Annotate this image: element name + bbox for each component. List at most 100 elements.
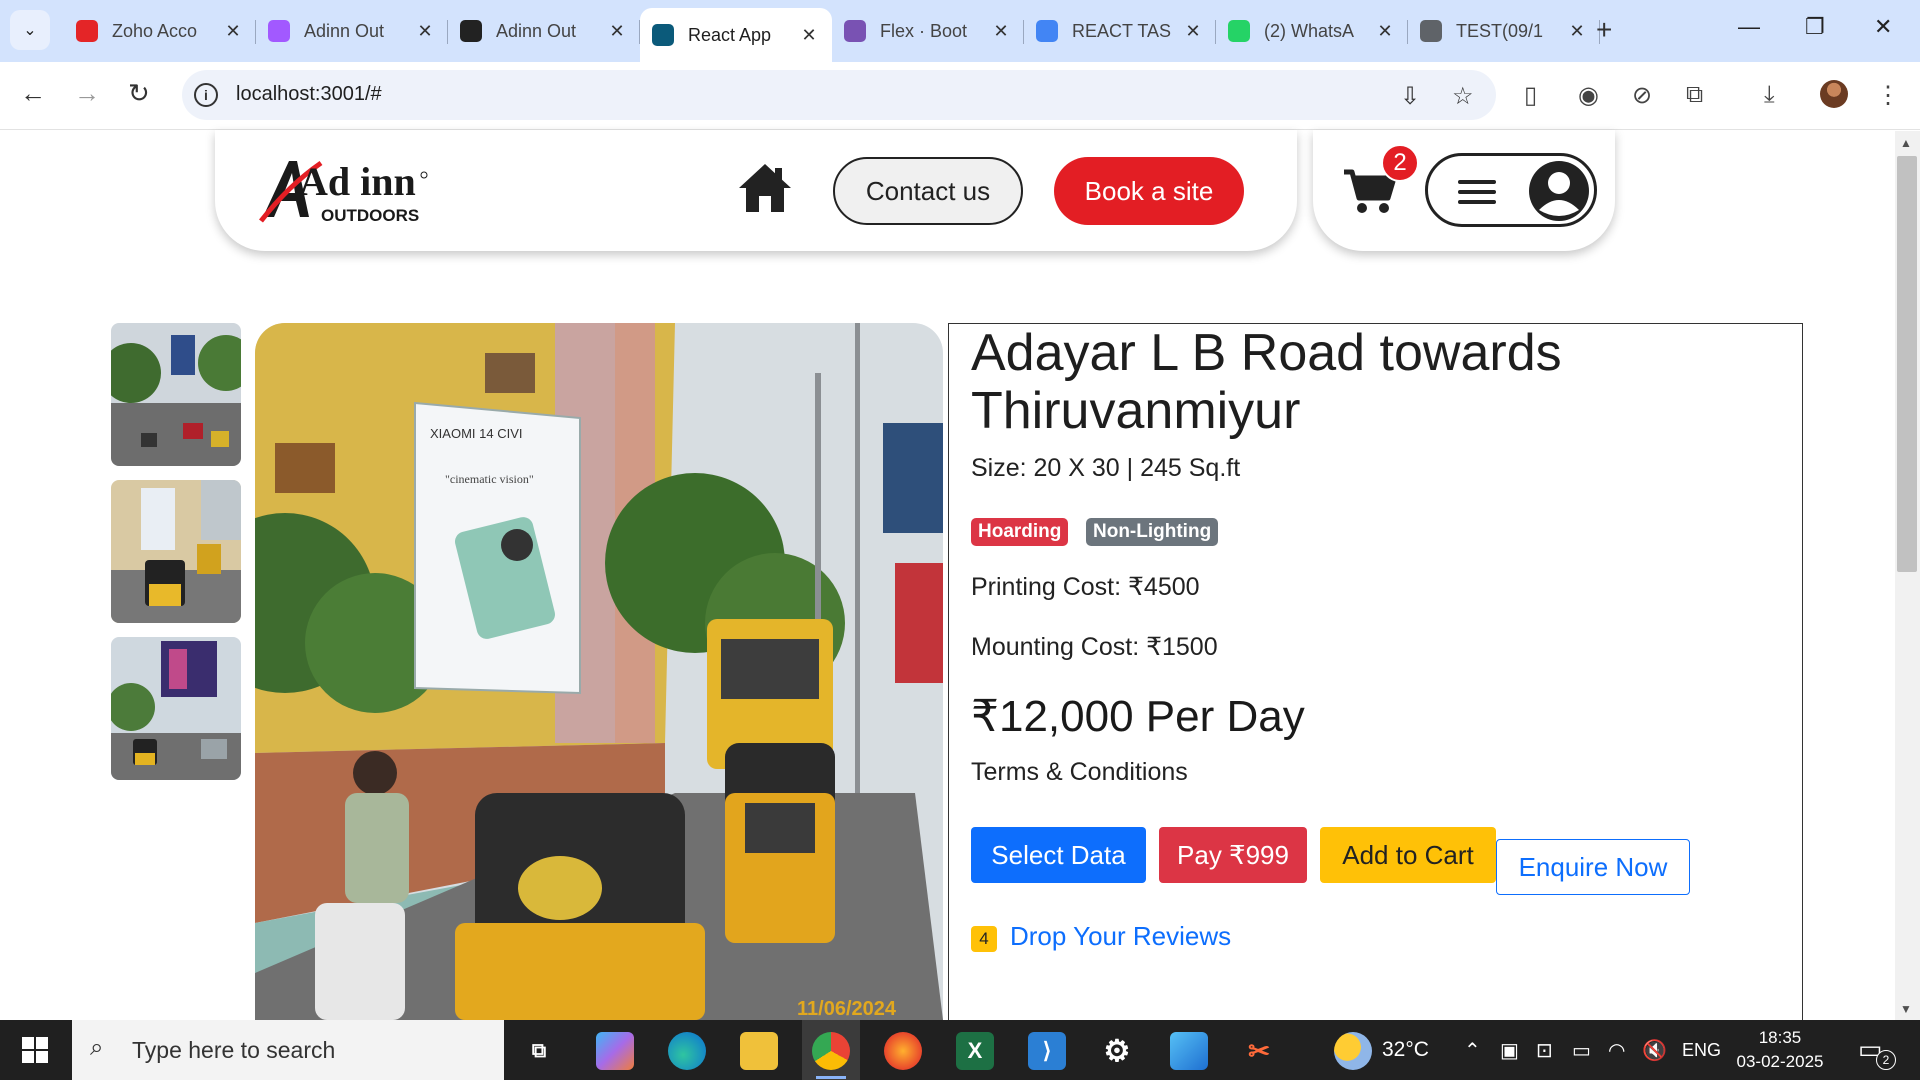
close-window-button[interactable]: ✕ <box>1874 14 1892 40</box>
react-icon <box>652 24 674 46</box>
site-size: Size: 20 X 30 | 245 Sq.ft <box>971 454 1241 482</box>
new-tab-button[interactable]: + <box>1596 14 1612 46</box>
browser-toolbar: ← → ↻ i localhost:3001/# ⇩ ☆ ▯ ◉ ⊘ ⧉ ⤓ ⋮ <box>0 62 1920 130</box>
contact-us-button[interactable]: Contact us <box>833 157 1023 225</box>
address-bar[interactable]: i localhost:3001/# ⇩ ☆ <box>182 70 1496 120</box>
edge-icon[interactable] <box>668 1032 706 1070</box>
tab-close-icon[interactable]: ✕ <box>606 21 628 42</box>
price-per-day: ₹12,000 Per Day <box>971 692 1305 741</box>
tab-close-icon[interactable]: ✕ <box>222 21 244 42</box>
enquire-now-button[interactable]: Enquire Now <box>1496 839 1690 895</box>
security-icon[interactable]: ⊡ <box>1536 1038 1553 1063</box>
tab-close-icon[interactable]: ✕ <box>990 21 1012 42</box>
show-hidden-icons-chevron-icon[interactable]: ⌃ <box>1464 1038 1481 1063</box>
browser-menu-icon[interactable]: ⋮ <box>1876 81 1900 110</box>
tab-label: Flex · Boot <box>880 20 968 41</box>
browser-tab[interactable]: Zoho Acco ✕ <box>64 8 256 54</box>
vscode-icon[interactable]: ⟩ <box>1028 1032 1066 1070</box>
browser-tab[interactable]: REACT TAS ✕ <box>1024 8 1216 54</box>
reload-icon[interactable]: ↻ <box>128 78 150 109</box>
scroll-down-arrow[interactable]: ▼ <box>1900 1002 1912 1016</box>
gallery-thumbnail-1[interactable] <box>111 323 241 466</box>
meet-now-icon[interactable]: ▣ <box>1500 1038 1519 1063</box>
gallery-thumbnail-3[interactable] <box>111 637 241 780</box>
site-main-image[interactable]: XIAOMI 14 CIVI "cinematic vision" 11/06/… <box>255 323 943 1020</box>
tab-search-button[interactable]: ⌄ <box>10 10 50 50</box>
system-clock[interactable]: 18:35 03-02-2025 <box>1725 1026 1835 1074</box>
site-info-icon[interactable]: i <box>194 83 218 107</box>
drop-reviews-link[interactable]: Drop Your Reviews <box>1010 921 1231 952</box>
extensions-icon[interactable]: ⧉ <box>1686 81 1703 109</box>
main-navigation: Ad inn OUTDOORS Contact us Book a site <box>215 130 1297 251</box>
browser-tab[interactable]: Flex · Boot ✕ <box>832 8 1024 54</box>
tab-close-icon[interactable]: ✕ <box>1182 21 1204 42</box>
photos-icon[interactable] <box>1170 1032 1208 1070</box>
excel-icon[interactable]: X <box>956 1032 994 1070</box>
clock-date: 03-02-2025 <box>1736 1052 1824 1071</box>
weather-icon[interactable] <box>1334 1032 1372 1070</box>
clock-time: 18:35 <box>1758 1028 1802 1047</box>
file-explorer-icon[interactable] <box>740 1032 778 1070</box>
windows-start-icon[interactable] <box>22 1037 48 1063</box>
scrollbar-thumb[interactable] <box>1897 156 1917 572</box>
tab-label: React App <box>688 24 772 45</box>
task-view-icon[interactable]: ⧉ <box>520 1032 558 1070</box>
browser-tab[interactable]: Adinn Out ✕ <box>448 8 640 54</box>
home-icon[interactable] <box>737 162 793 219</box>
temperature[interactable]: 32°C <box>1382 1038 1429 1062</box>
pay-button[interactable]: Pay ₹999 <box>1159 827 1307 883</box>
downloads-icon[interactable]: ⤓ <box>1764 81 1775 109</box>
profile-avatar[interactable] <box>1820 80 1848 108</box>
account-menu-button[interactable] <box>1425 153 1597 227</box>
tab-close-icon[interactable]: ✕ <box>1374 21 1396 42</box>
select-data-button[interactable]: Select Data <box>971 827 1146 883</box>
taskbar-search-box[interactable]: ⌕ Type here to search <box>72 1020 504 1080</box>
browser-tab[interactable]: (2) WhatsA ✕ <box>1216 8 1408 54</box>
minimize-button[interactable]: — <box>1738 14 1760 40</box>
tab-close-icon[interactable]: ✕ <box>1566 21 1588 42</box>
browser-tab[interactable]: Adinn Out ✕ <box>256 8 448 54</box>
active-app-indicator <box>816 1076 846 1079</box>
restore-button[interactable]: ❐ <box>1805 14 1825 40</box>
copilot-icon[interactable] <box>596 1032 634 1070</box>
gallery-thumbnail-2[interactable] <box>111 480 241 623</box>
figma-icon <box>268 20 290 42</box>
tab-list: Zoho Acco ✕ Adinn Out ✕ Adinn Out ✕ React App ✕… <box>64 8 1600 62</box>
forward-icon[interactable]: → <box>74 78 100 109</box>
cart-count-badge: 2 <box>1381 144 1419 182</box>
browser-tab[interactable]: TEST(09/1 ✕ <box>1408 8 1600 54</box>
windows-taskbar: ⌕ Type here to search ⧉ X ⟩ ⚙ ✂ 32°C ⌃ ▣… <box>0 1020 1920 1080</box>
search-placeholder: Type here to search <box>132 1037 336 1063</box>
terms-and-conditions[interactable]: Terms & Conditions <box>971 758 1188 787</box>
url-text[interactable]: localhost:3001/# <box>236 83 382 106</box>
tab-close-icon[interactable]: ✕ <box>414 21 436 42</box>
language-indicator[interactable]: ENG <box>1682 1040 1721 1061</box>
scroll-up-arrow[interactable]: ▲ <box>1900 136 1912 150</box>
svg-text:"cinematic vision": "cinematic vision" <box>445 472 534 486</box>
adinn-logo[interactable]: Ad inn OUTDOORS <box>259 155 429 225</box>
snipping-tool-icon[interactable]: ✂ <box>1240 1032 1278 1070</box>
zoho-icon <box>76 20 98 42</box>
reading-mode-icon[interactable]: ▯ <box>1524 81 1537 110</box>
tab-label: Adinn Out <box>496 20 577 41</box>
firefox-icon[interactable] <box>884 1032 922 1070</box>
book-a-site-button[interactable]: Book a site <box>1054 157 1244 225</box>
back-icon[interactable]: ← <box>20 78 46 109</box>
svg-text:OUTDOORS: OUTDOORS <box>321 206 419 225</box>
compass-icon[interactable]: ⊘ <box>1632 81 1652 110</box>
play-icon <box>460 20 482 42</box>
battery-icon[interactable]: ▭ <box>1572 1038 1591 1063</box>
bookmark-star-icon[interactable]: ☆ <box>1452 82 1474 111</box>
site-title: Adayar L B Road towards Thiruvanmiyur <box>971 324 1562 440</box>
wifi-icon[interactable]: ◠ <box>1608 1038 1625 1063</box>
screenshot-icon[interactable]: ◉ <box>1578 81 1599 110</box>
settings-gear-icon[interactable]: ⚙ <box>1098 1032 1136 1070</box>
volume-muted-icon[interactable]: 🔇 <box>1642 1038 1667 1063</box>
chrome-icon[interactable] <box>812 1032 850 1070</box>
hamburger-icon <box>1458 180 1496 204</box>
add-to-cart-button[interactable]: Add to Cart <box>1320 827 1496 883</box>
browser-tab[interactable]: React App ✕ <box>640 8 832 62</box>
install-app-icon[interactable]: ⇩ <box>1400 82 1420 111</box>
svg-text:11/06/2024: 11/06/2024 <box>797 998 897 1020</box>
tab-close-icon[interactable]: ✕ <box>798 25 820 46</box>
